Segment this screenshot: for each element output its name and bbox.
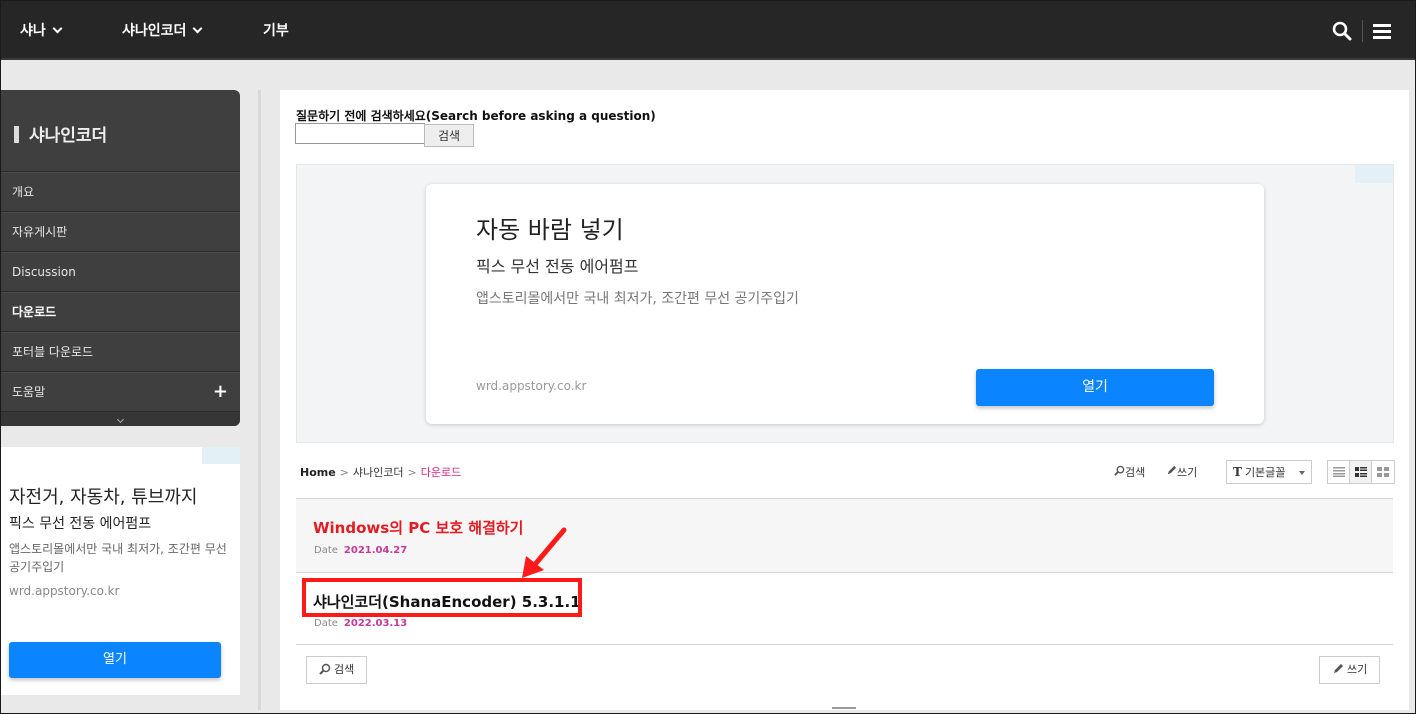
nav-item-label: 샤나인코더 [122, 23, 187, 39]
caret-down-icon [1299, 471, 1305, 475]
annotation-highlight-box [302, 578, 582, 617]
search-button[interactable]: 검색 [424, 124, 474, 147]
ad-subtitle[interactable]: 픽스 무선 전동 에어펌프 [9, 513, 151, 533]
scroll-indicator [832, 707, 856, 709]
font-select[interactable]: T 기본글꼴 [1226, 460, 1312, 484]
ad-open-button[interactable]: 열기 [976, 369, 1214, 406]
pencil-icon [1334, 664, 1343, 673]
toolbar-write-button[interactable]: 쓰기 [1166, 464, 1197, 480]
ad-subtitle[interactable]: 픽스 무선 전동 에어펌프 [476, 253, 638, 277]
left-ad: 자전거, 자동차, 튜브까지 픽스 무선 전동 에어펌프 앱스토리몰에서만 국내… [0, 447, 240, 695]
sidebar-item-label: 개요 [12, 185, 35, 199]
breadcrumb-home[interactable]: Home [300, 466, 336, 479]
webzine-view-button[interactable] [1350, 461, 1372, 483]
main-ad: 자동 바람 넣기 픽스 무선 전동 에어펌프 앱스토리몰에서만 국내 최저가, … [296, 164, 1394, 443]
title-bar-mark [14, 126, 19, 143]
date-label: Date [314, 545, 338, 556]
post-list: Windows의 PC 보호 해결하기 Date 2021.04.27 샤나인코더… [296, 498, 1393, 645]
column-divider [258, 90, 261, 710]
gallery-view-button[interactable] [1372, 461, 1394, 483]
search-icon[interactable] [1332, 21, 1352, 41]
ad-url[interactable]: wrd.appstory.co.kr [9, 584, 119, 598]
date-value: 2021.04.27 [343, 545, 408, 556]
sidebar-item-label: 자유게시판 [12, 225, 68, 239]
ad-open-button[interactable]: 열기 [9, 642, 221, 678]
sidebar-item-portable-download[interactable]: 포터블 다운로드 [0, 332, 240, 372]
chevron-down-icon [52, 23, 63, 34]
ad-choices-icon[interactable] [202, 447, 240, 464]
sidebar-item-label: 도움말 [12, 385, 46, 399]
chevron-down-icon [116, 415, 124, 424]
sidebar-title: 샤나인코더 [0, 90, 240, 172]
sidebar-title-text: 샤나인코더 [29, 126, 108, 146]
nav-item-label: 샤나 [20, 23, 46, 39]
sidebar-item-label: 다운로드 [12, 305, 57, 319]
ad-choices-icon[interactable] [1355, 165, 1393, 183]
list-view-icon [1332, 467, 1345, 477]
toolbar-search-button[interactable]: 검색 [1114, 464, 1145, 480]
date-label: Date [314, 618, 338, 629]
ad-url[interactable]: wrd.appstory.co.kr [476, 379, 586, 393]
font-select-value: 기본글꼴 [1244, 466, 1286, 479]
top-navigation-bar: 샤나 샤나인코더 기부 [0, 0, 1416, 60]
sidebar-item-overview[interactable]: 개요 [0, 172, 240, 212]
bottom-write-button[interactable]: 쓰기 [1319, 656, 1381, 684]
sidebar-item-discussion[interactable]: Discussion [0, 252, 240, 292]
ad-description: 앱스토리몰에서만 국내 최저가, 조간편 무선 공기주입기 [9, 542, 227, 574]
sidebar-item-label: Discussion [12, 265, 76, 279]
menu-icon[interactable] [1373, 24, 1391, 40]
post-title[interactable]: Windows의 PC 보호 해결하기 [313, 517, 523, 538]
chevron-down-icon [192, 23, 203, 34]
webzine-view-icon [1354, 467, 1367, 477]
nav-divider [1362, 20, 1363, 42]
chevron-right-icon: > [339, 466, 349, 479]
nav-item-label: 기부 [263, 23, 289, 39]
toolbar-search-label: 검색 [1125, 466, 1146, 479]
bottom-write-label: 쓰기 [1347, 663, 1368, 676]
ad-description: 앱스토리몰에서만 국내 최저가, 조간편 무선 공기주입기 [476, 291, 799, 307]
nav-item-shana[interactable]: 샤나 [20, 0, 63, 60]
nav-item-shanaencoder[interactable]: 샤나인코더 [122, 0, 203, 60]
sidebar: 샤나인코더 개요 자유게시판 Discussion 다운로드 포터블 다운로드 … [0, 90, 240, 426]
main-content: 질문하기 전에 검색하세요(Search before asking a que… [280, 90, 1409, 710]
ad-title[interactable]: 자전거, 자동차, 튜브까지 [9, 483, 198, 509]
chevron-right-icon: > [407, 466, 417, 479]
sidebar-item-free-board[interactable]: 자유게시판 [0, 212, 240, 252]
plus-icon[interactable]: + [213, 373, 228, 411]
nav-item-donate[interactable]: 기부 [263, 0, 289, 60]
breadcrumb-section[interactable]: 샤나인코더 [353, 466, 404, 479]
search-icon [319, 663, 331, 675]
breadcrumb-current[interactable]: 다운로드 [421, 466, 461, 479]
bottom-search-button[interactable]: 검색 [306, 656, 368, 684]
font-icon: T [1233, 465, 1242, 479]
sidebar-item-help[interactable]: 도움말 + [0, 372, 240, 412]
toolbar-write-label: 쓰기 [1177, 466, 1198, 479]
search-icon [1114, 465, 1125, 476]
ad-card[interactable]: 자동 바람 넣기 픽스 무선 전동 에어펌프 앱스토리몰에서만 국내 최저가, … [426, 184, 1264, 424]
search-label: 질문하기 전에 검색하세요(Search before asking a que… [296, 109, 656, 123]
pencil-icon [1167, 465, 1177, 475]
sidebar-item-download[interactable]: 다운로드 [0, 292, 240, 332]
gallery-view-icon [1377, 467, 1389, 477]
sidebar-item-label: 포터블 다운로드 [12, 345, 94, 359]
ad-title[interactable]: 자동 바람 넣기 [476, 210, 624, 245]
bottom-search-label: 검색 [334, 663, 355, 676]
post-date: Date 2021.04.27 [314, 545, 407, 556]
annotation-arrow-icon [522, 527, 567, 578]
search-input[interactable] [295, 123, 425, 144]
list-item[interactable]: Windows의 PC 보호 해결하기 Date 2021.04.27 [296, 498, 1393, 572]
view-mode-group [1327, 460, 1395, 484]
sidebar-expand-toggle[interactable] [0, 412, 240, 426]
post-date: Date 2022.03.13 [314, 618, 407, 629]
date-value: 2022.03.13 [343, 618, 408, 629]
list-view-button[interactable] [1328, 461, 1350, 483]
breadcrumb: Home > 샤나인코더 > 다운로드 [300, 464, 461, 480]
